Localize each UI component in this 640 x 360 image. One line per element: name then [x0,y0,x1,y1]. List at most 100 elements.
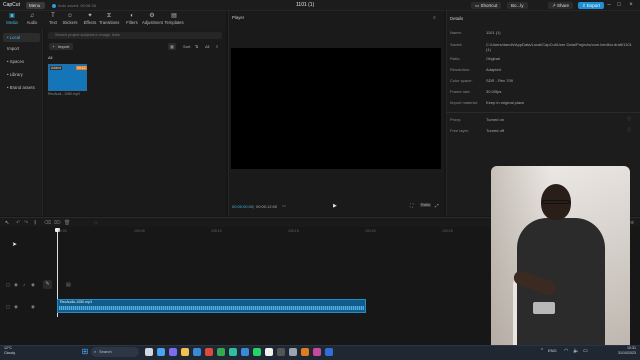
details-label: Free layer: [450,128,470,133]
language-indicator-icon[interactable]: ENG [548,348,557,353]
video-track-visible-icon[interactable]: ◉ [14,282,18,288]
audio-track-lock-icon[interactable]: ▢ [6,304,10,310]
capcut-icon[interactable] [265,348,273,356]
tab-effects[interactable]: ✦ Effects [80,12,100,27]
audio-track-link-icon[interactable]: ◉ [14,304,18,310]
details-title: Details [450,16,464,21]
player-menu-icon[interactable]: ≡ [433,15,436,21]
details-label: Proxy: [450,117,462,122]
tab-media[interactable]: ▣ Media [2,12,22,27]
edge-icon[interactable] [229,348,237,356]
photos-icon[interactable] [301,348,309,356]
user-button[interactable]: Bo...ly [507,2,528,9]
windows-start-icon[interactable]: ⊞ [80,347,90,357]
media-thumbnail[interactable]: Added 00:12 [48,64,87,91]
audio-clip[interactable]: RecAudio-1080.mp3 [57,299,366,313]
add-media-track-icon[interactable]: ▤ [66,282,71,288]
all-section-label: All [48,55,53,60]
sidebar-item-0[interactable]: • Local [3,33,40,42]
details-label: Name: [450,30,462,35]
store-icon[interactable] [193,348,201,356]
app-icon[interactable] [313,348,321,356]
tab-filters[interactable]: ◐ Filters [122,12,142,27]
settings-icon[interactable] [289,348,297,356]
tab-adjustment[interactable]: ⚙ Adjustment [142,12,163,27]
video-track-audio-icon[interactable]: ♪ [23,282,25,287]
delete-right-icon[interactable]: ⌦ [54,220,61,226]
tab-stickers[interactable]: ☺ Stickers [60,12,80,27]
import-button[interactable]: + Import [49,43,73,50]
details-label: Ratio: [450,56,461,61]
mark-icon[interactable]: ◇ [94,220,98,226]
media-search-input[interactable]: Search project subjects in image, lines [48,32,222,39]
tray-chevron-icon[interactable]: ⌃ [540,348,544,354]
details-value: Original [486,56,500,61]
filters-icon: ◐ [130,13,134,19]
app-logo: CapCut [3,2,20,8]
audio-track-mute-icon[interactable]: ◉ [31,304,35,310]
widgets-icon[interactable] [157,348,165,356]
whatsapp-icon[interactable] [253,348,261,356]
zoom-fit-icon[interactable]: ⊕ [630,220,634,226]
video-track-lock-icon[interactable]: ▢ [6,282,10,288]
media-filename: RecAudi...1080.mp3 [48,92,80,96]
minimize-icon[interactable]: – [604,1,614,10]
tab-audio[interactable]: ♫ Audio [22,12,42,27]
share-button[interactable]: ↗ Share [548,2,574,9]
mouse-cursor-icon: ➤ [12,242,18,248]
shortcut-button[interactable]: ▭ Shortcut [471,2,502,9]
delete-left-icon[interactable]: ⌫ [44,220,51,226]
details-value: Turned off [486,128,505,133]
app2-icon[interactable] [325,348,333,356]
search-icon: ⌕ [94,349,97,354]
plus-icon: + [52,44,55,49]
mail-icon[interactable] [241,348,249,356]
filter-icon[interactable]: ≡ [216,43,218,50]
sort-order-icon[interactable]: ⇅ [195,43,198,50]
sidebar-item-2[interactable]: • Spaces [3,57,40,66]
grid-view-icon[interactable]: ▦ [168,43,176,50]
volume-icon[interactable]: 🔈 [573,348,579,354]
tab-transitions[interactable]: ⧖ Transitions [99,12,119,27]
maximize-icon[interactable]: □ [614,1,624,10]
undo-icon[interactable]: ↶ [16,220,20,226]
export-button[interactable]: ⇪ Export [578,2,605,9]
file-explorer-icon[interactable] [181,348,189,356]
fit-screen-icon[interactable]: ⛶ [410,203,413,208]
chrome-icon[interactable] [205,348,213,356]
sidebar-item-3[interactable]: • Library [3,70,40,79]
video-track-more-icon[interactable]: ◉ [31,282,35,288]
chat-icon[interactable] [169,348,177,356]
obs-icon[interactable] [277,348,285,356]
stickers-icon: ☺ [66,13,74,19]
details-value: Turned on [486,117,505,122]
chrome-profile-icon[interactable] [217,348,225,356]
menu-button[interactable]: Menu [26,2,45,9]
delete-icon[interactable]: 🗑 [64,220,70,226]
battery-icon[interactable]: ▭ [583,348,588,354]
cover-edit-icon[interactable]: ✎ [43,280,52,289]
tab-templates[interactable]: ▤ Templates [164,12,184,27]
details-divider [446,112,640,113]
close-icon[interactable]: × [626,1,636,10]
select-tool-icon[interactable]: ↖ [5,220,9,226]
system-clock[interactable]: 10:31 31/10/2023 [604,346,636,355]
player-viewport[interactable] [231,48,441,169]
wifi-icon[interactable]: ◠ [564,348,568,354]
sidebar-item-1[interactable]: Import [3,44,40,53]
timeline-view-icon[interactable]: ▭ [282,203,286,209]
fullscreen-icon[interactable]: ⤢ [435,203,439,208]
task-view-icon[interactable] [145,348,153,356]
redo-icon[interactable]: ↷ [24,220,28,226]
split-icon[interactable]: ⫼ [34,220,36,226]
effects-icon: ✦ [87,13,93,19]
sidebar-item-4[interactable]: • Brand assets [3,83,40,92]
sort-button[interactable]: Sort [183,43,190,50]
taskbar-search[interactable]: ⌕ Search [91,347,139,357]
ratio-button[interactable]: Ratio [420,203,431,207]
play-icon[interactable]: ▶ [333,203,337,209]
media-icon: ▣ [9,13,15,19]
weather-widget[interactable]: 12°C Cloudy [4,346,15,355]
filter-all-button[interactable]: All [205,43,209,50]
timecode-separator: | [253,204,255,209]
